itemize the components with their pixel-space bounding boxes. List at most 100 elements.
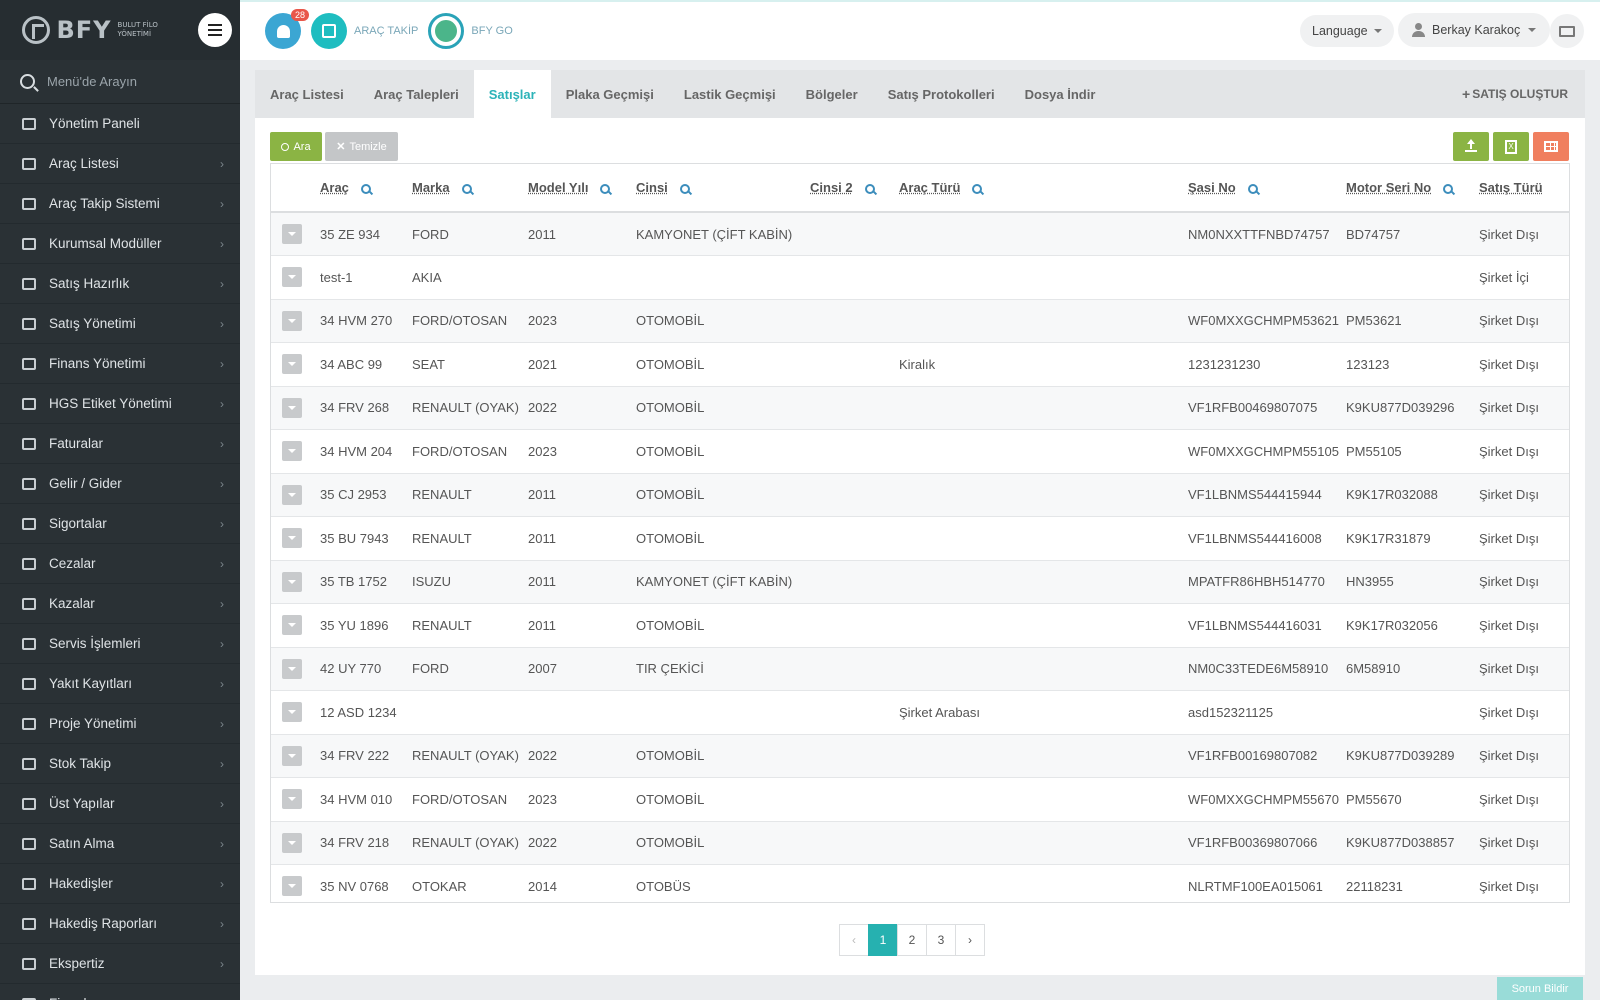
column-header[interactable]: Cinsi	[636, 164, 810, 213]
tab-item[interactable]: Bölgeler	[791, 70, 873, 118]
language-dropdown[interactable]: Language	[1300, 15, 1394, 47]
table-row[interactable]: 34 HVM 204 FORD/OTOSAN 2023 OTOMOBİL WF0MXXG…	[271, 430, 1569, 473]
sidebar-item[interactable]: HGS Etiket Yönetimi ›	[0, 384, 240, 424]
sales-table-container[interactable]: Araç Marka Model Yılı Cinsi Cinsi 2 Araç Türü…	[270, 163, 1570, 903]
vehicle-tracking-label[interactable]: ARAÇ TAKİP	[354, 25, 418, 37]
tab-item[interactable]: Dosya İndir	[1010, 70, 1111, 118]
sidebar-item[interactable]: Üst Yapılar ›	[0, 784, 240, 824]
menu-toggle-button[interactable]	[198, 13, 232, 47]
sidebar-item[interactable]: Firmalar›	[0, 984, 240, 1000]
bfy-go-button[interactable]	[428, 13, 465, 49]
column-header[interactable]: Marka	[412, 164, 528, 213]
sidebar-item[interactable]: Kurumsal Modüller ›	[0, 224, 240, 264]
sidebar-item[interactable]: Sigortalar ›	[0, 504, 240, 544]
sidebar-item[interactable]: Yakıt Kayıtları ›	[0, 664, 240, 704]
table-row[interactable]: 35 ZE 934 FORD 2011 KAMYONET (ÇİFT KABİN) NM…	[271, 212, 1569, 256]
row-expand-button[interactable]	[282, 745, 302, 766]
search-icon[interactable]	[461, 183, 472, 194]
sidebar-item[interactable]: Gelir / Gider ›	[0, 464, 240, 504]
vehicle-tracking-button[interactable]	[311, 13, 347, 49]
tab-item[interactable]: Araç Listesi	[255, 70, 359, 118]
column-header[interactable]: Cinsi 2	[810, 164, 899, 213]
row-expand-button[interactable]	[282, 571, 302, 592]
table-row[interactable]: 34 FRV 218 RENAULT (OYAK) 2022 OTOMOBİL VF1R…	[271, 821, 1569, 865]
tab-item[interactable]: Araç Talepleri	[359, 70, 474, 118]
table-row[interactable]: 34 ABC 99 SEAT 2021 OTOMOBİL Kiralık 12312312…	[271, 343, 1569, 386]
row-expand-button[interactable]	[282, 702, 302, 723]
row-expand-button[interactable]	[282, 354, 302, 375]
sidebar-item[interactable]: Hakedişler ›	[0, 864, 240, 904]
clear-button[interactable]: ✕ Temizle	[325, 132, 398, 161]
sidebar-item[interactable]: Proje Yönetimi ›	[0, 704, 240, 744]
row-expand-button[interactable]	[282, 310, 302, 331]
row-expand-button[interactable]	[282, 832, 302, 853]
display-button[interactable]	[1550, 14, 1584, 48]
row-expand-button[interactable]	[282, 528, 302, 549]
user-menu[interactable]: Berkay Karakoç	[1398, 13, 1551, 47]
column-header[interactable]: Model Yılı	[528, 164, 636, 213]
table-row[interactable]: 34 HVM 010 FORD/OTOSAN 2023 OTOMOBİL WF0MXXG…	[271, 778, 1569, 821]
table-row[interactable]: 34 HVM 270 FORD/OTOSAN 2023 OTOMOBİL WF0MXXG…	[271, 299, 1569, 343]
bfy-go-label[interactable]: BFY GO	[471, 25, 512, 37]
row-expand-button[interactable]	[282, 876, 302, 897]
sidebar-item[interactable]: Cezalar ›	[0, 544, 240, 584]
table-row[interactable]: 35 CJ 2953 RENAULT 2011 OTOMOBİL VF1LBNMS544…	[271, 473, 1569, 517]
report-issue-button[interactable]: Sorun Bildir	[1497, 977, 1583, 1000]
next-page-button[interactable]: ›	[955, 924, 985, 956]
row-expand-button[interactable]	[282, 267, 302, 288]
tab-item[interactable]: Lastik Geçmişi	[669, 70, 791, 118]
search-icon[interactable]	[1247, 183, 1258, 194]
column-header[interactable]: Araç	[320, 164, 412, 213]
excel-export-button[interactable]: X	[1493, 132, 1529, 161]
page-button[interactable]: 1	[868, 924, 898, 956]
table-row[interactable]: 35 YU 1896 RENAULT 2011 OTOMOBİL VF1LBNMS544…	[271, 604, 1569, 647]
notifications-button[interactable]: 28	[265, 9, 309, 49]
row-expand-button[interactable]	[282, 615, 302, 636]
table-row[interactable]: 12 ASD 1234 Şirket Arabası asd152321125 Şir…	[271, 691, 1569, 734]
page-button[interactable]: 2	[897, 924, 927, 956]
page-button[interactable]: 3	[926, 924, 956, 956]
sidebar-item[interactable]: Servis İşlemleri ›	[0, 624, 240, 664]
sidebar-item[interactable]: Araç Listesi ›	[0, 144, 240, 184]
menu-search-input[interactable]: Menü'de Arayın	[0, 60, 240, 104]
sidebar-item[interactable]: Stok Takip ›	[0, 744, 240, 784]
row-expand-button[interactable]	[282, 397, 302, 418]
search-button[interactable]: Ara	[270, 132, 322, 161]
sidebar-item[interactable]: Araç Takip Sistemi ›	[0, 184, 240, 224]
row-expand-button[interactable]	[282, 224, 302, 244]
row-expand-button[interactable]	[282, 484, 302, 505]
sidebar-item[interactable]: Yönetim Paneli	[0, 104, 240, 144]
column-settings-button[interactable]	[1533, 132, 1569, 161]
search-icon[interactable]	[360, 183, 371, 194]
table-row[interactable]: 35 BU 7943 RENAULT 2011 OTOMOBİL VF1LBNMS544…	[271, 517, 1569, 560]
sidebar-item[interactable]: Satış Yönetimi ›	[0, 304, 240, 344]
table-row[interactable]: 34 FRV 222 RENAULT (OYAK) 2022 OTOMOBİL VF1R…	[271, 734, 1569, 778]
row-expand-button[interactable]	[282, 789, 302, 810]
table-row[interactable]: 42 UY 770 FORD 2007 TIR ÇEKİCİ NM0C33TEDE6M5…	[271, 647, 1569, 691]
sidebar-item[interactable]: Kazalar ›	[0, 584, 240, 624]
column-header[interactable]: Motor Seri No	[1346, 164, 1479, 213]
table-row[interactable]: 34 FRV 268 RENAULT (OYAK) 2022 OTOMOBİL VF1R…	[271, 386, 1569, 430]
search-icon[interactable]	[600, 183, 611, 194]
sidebar-item[interactable]: Satın Alma ›	[0, 824, 240, 864]
column-header[interactable]: Şasi No	[1188, 164, 1346, 213]
sidebar-item[interactable]: Hakediş Raporları ›	[0, 904, 240, 944]
logo[interactable]: BFY BULUT FİLO YÖNETİMİ	[0, 16, 190, 44]
sidebar-item[interactable]: Satış Hazırlık ›	[0, 264, 240, 304]
column-header[interactable]: Araç Türü	[899, 164, 1188, 213]
tab-item[interactable]: Satış Protokolleri	[873, 70, 1010, 118]
search-icon[interactable]	[972, 183, 983, 194]
tab-item[interactable]: Satışlar	[473, 70, 551, 118]
sidebar-item[interactable]: Ekspertiz ›	[0, 944, 240, 984]
upload-button[interactable]	[1453, 132, 1489, 161]
search-icon[interactable]	[864, 183, 875, 194]
search-icon[interactable]	[679, 183, 690, 194]
column-header[interactable]: Satış Türü	[1479, 164, 1569, 213]
row-expand-button[interactable]	[282, 658, 302, 679]
search-icon[interactable]	[1443, 183, 1454, 194]
table-row[interactable]: 35 NV 0768 OTOKAR 2014 OTOBÜS NLRTMF100EA015…	[271, 865, 1569, 903]
sidebar-item[interactable]: Faturalar ›	[0, 424, 240, 464]
table-row[interactable]: 35 TB 1752 ISUZU 2011 KAMYONET (ÇİFT KABİN)…	[271, 560, 1569, 604]
create-sale-button[interactable]: + SATIŞ OLUŞTUR	[1462, 70, 1568, 118]
row-expand-button[interactable]	[282, 441, 302, 462]
